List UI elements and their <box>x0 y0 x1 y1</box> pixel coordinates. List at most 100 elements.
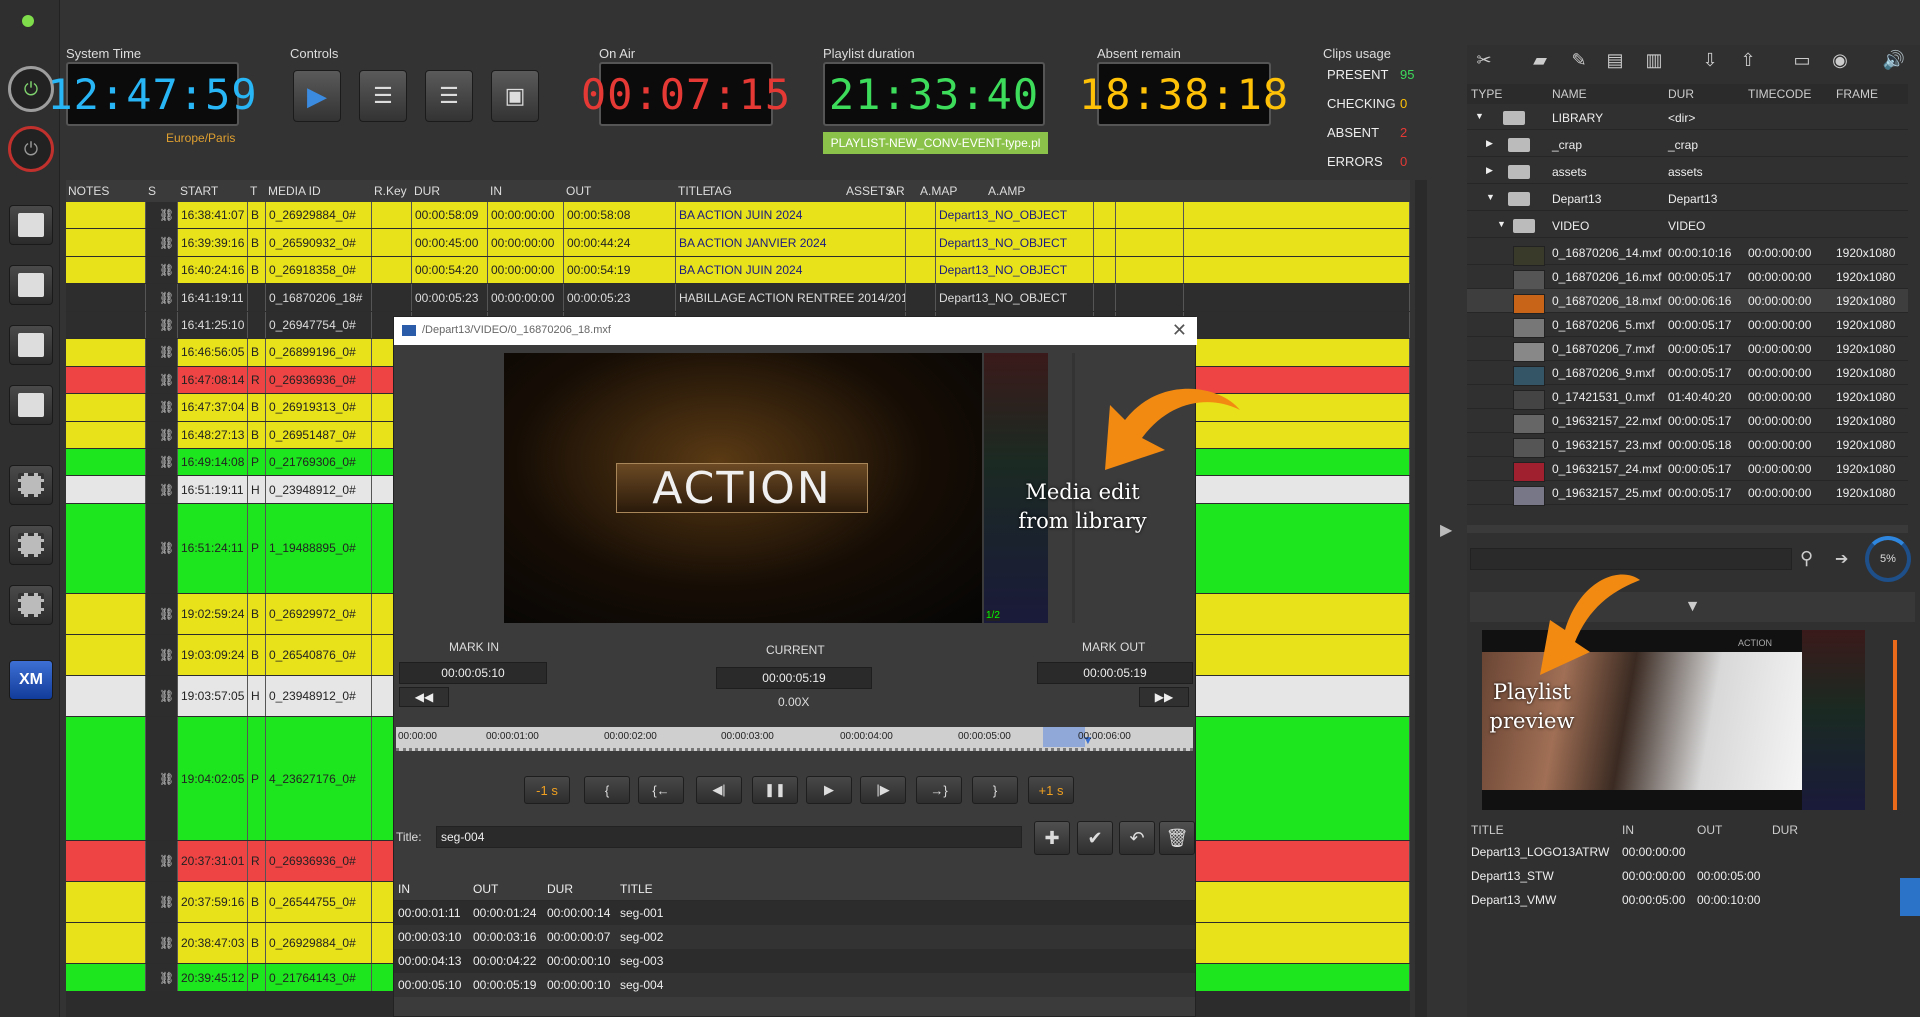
segment-row[interactable]: 00:00:05:10 00:00:05:19 00:00:00:10 seg-004 <box>394 973 1195 997</box>
mark-out-field[interactable]: 00:00:05:19 <box>1037 662 1193 684</box>
film-add-icon[interactable]: ▤ <box>1603 50 1627 72</box>
library-file[interactable]: 0_19632157_22.mxf 00:00:05:17 00:00:00:00 1… <box>1467 409 1908 434</box>
column-header[interactable]: MEDIA ID <box>268 184 321 198</box>
title-input[interactable] <box>436 826 1022 848</box>
chevron-right-icon[interactable]: ▶ <box>1486 165 1493 176</box>
close-icon[interactable]: ✕ <box>1172 320 1187 341</box>
link-icon[interactable]: ⛓ <box>159 689 174 703</box>
search-icon[interactable]: ⚲ <box>1800 548 1813 569</box>
link-icon[interactable]: ⛓ <box>159 895 174 909</box>
chevron-down-icon[interactable]: ▼ <box>1475 111 1484 121</box>
playlist-scrollbar[interactable] <box>1415 180 1427 1017</box>
link-icon[interactable]: ⛓ <box>159 236 174 250</box>
library-file[interactable]: 0_19632157_24.mxf 00:00:05:17 00:00:00:00 1… <box>1467 457 1908 482</box>
library-file[interactable]: 0_17421531_0.mxf 01:40:40:20 00:00:00:00 19… <box>1467 385 1908 410</box>
new-playlist-button[interactable] <box>9 265 53 305</box>
segment-row[interactable]: 00:00:04:13 00:00:04:22 00:00:00:10 seg-003 <box>394 949 1195 973</box>
link-icon[interactable]: ⛓ <box>159 854 174 868</box>
set-mark-out-button[interactable]: →} <box>916 776 962 804</box>
chevron-down-icon[interactable]: ▼ <box>1486 192 1495 202</box>
mark-in-field[interactable]: 00:00:05:10 <box>399 662 547 684</box>
chevron-right-icon[interactable]: ▶ <box>1486 138 1493 149</box>
library-folder[interactable]: ▶ assets assets <box>1467 160 1908 184</box>
column-header[interactable]: T <box>250 184 257 198</box>
column-header[interactable]: A.AMP <box>988 184 1025 198</box>
film-delete-icon[interactable]: ▥ <box>1642 50 1666 72</box>
link-icon[interactable]: ⛓ <box>159 936 174 950</box>
go-mark-in-button[interactable]: { <box>584 776 630 804</box>
library-file[interactable]: 0_19632157_23.mxf 00:00:05:18 00:00:00:00 1… <box>1467 433 1908 458</box>
edit-playlist-button[interactable] <box>9 325 53 365</box>
link-icon[interactable]: ⛓ <box>159 318 174 332</box>
library-file[interactable]: 0_19632157_25.mxf 00:00:05:17 00:00:00:00 1… <box>1467 481 1908 506</box>
library-search-input[interactable] <box>1470 548 1792 570</box>
table-row[interactable]: ⛓ 16:38:41:07 B 0_26929884_0# 00:00:58:09 00:… <box>66 202 1410 229</box>
media-row[interactable]: Depart13_STW 00:00:00:00 00:00:05:00 <box>1467 864 1908 888</box>
table-row[interactable]: ⛓ 16:41:19:11 0_16870206_18# 00:00:05:23 00:… <box>66 284 1410 311</box>
clip-button[interactable]: ▣ <box>491 70 539 122</box>
library-file[interactable]: 0_16870206_14.mxf 00:00:10:16 00:00:00:00 1… <box>1467 241 1908 266</box>
link-icon[interactable]: ⛓ <box>159 971 174 985</box>
film-button-2[interactable] <box>9 525 53 565</box>
screen-icon[interactable]: ▭ <box>1790 50 1814 72</box>
film-button-3[interactable] <box>9 585 53 625</box>
link-icon[interactable]: ⛓ <box>159 263 174 277</box>
library-folder[interactable]: ▶ _crap _crap <box>1467 133 1908 157</box>
library-file[interactable]: 0_16870206_18.mxf 00:00:06:16 00:00:00:00 1… <box>1467 289 1908 314</box>
library-file[interactable]: 0_16870206_7.mxf 00:00:05:17 00:00:00:00 19… <box>1467 337 1908 362</box>
rewind-button[interactable]: ◀◀ <box>399 687 449 707</box>
upload-icon[interactable]: ⇧ <box>1736 50 1760 72</box>
playlist-button[interactable] <box>9 205 53 245</box>
chevron-down-icon[interactable]: ▼ <box>1497 219 1506 229</box>
play-button[interactable]: ▶ <box>806 776 852 804</box>
link-icon[interactable]: ⛓ <box>159 291 174 305</box>
library-column-header[interactable]: FRAME <box>1836 87 1878 101</box>
column-header[interactable]: S <box>148 184 156 198</box>
set-mark-in-button[interactable]: {← <box>638 776 684 804</box>
playlist-play-button[interactable]: ☰ <box>359 70 407 122</box>
go-mark-out-button[interactable]: } <box>972 776 1018 804</box>
library-folder[interactable]: ▼ LIBRARY <dir> <box>1467 106 1908 130</box>
timeline[interactable]: ▼ 00:00:00 00:00:01:00 00:00:02:00 00:00:03… <box>396 727 1193 751</box>
column-header[interactable]: TITLE <box>678 184 711 198</box>
volume-icon[interactable]: 🔊 <box>1882 50 1906 72</box>
playlist-alert-button[interactable] <box>9 385 53 425</box>
next-frame-button[interactable]: |▶ <box>860 776 906 804</box>
column-header[interactable]: A.MAP <box>920 184 957 198</box>
column-header[interactable]: AR <box>888 184 905 198</box>
playlist-next-button[interactable]: ☰ <box>425 70 473 122</box>
current-field[interactable]: 00:00:05:19 <box>716 667 872 689</box>
column-header[interactable]: OUT <box>566 184 591 198</box>
power-off-button[interactable]: ⏻ <box>8 126 54 172</box>
library-folder[interactable]: ▼ Depart13 Depart13 <box>1467 187 1908 211</box>
link-icon[interactable]: ⛓ <box>159 648 174 662</box>
link-icon[interactable]: ⛓ <box>159 373 174 387</box>
column-header[interactable]: DUR <box>414 184 440 198</box>
link-icon[interactable]: ⛓ <box>159 483 174 497</box>
confirm-segment-button[interactable]: ✔ <box>1077 821 1113 855</box>
playlist-name[interactable]: PLAYLIST-NEW_CONV-EVENT-type.pl <box>823 132 1048 154</box>
cut-icon[interactable]: ✂ <box>1472 50 1496 72</box>
pause-button[interactable]: ❚❚ <box>752 776 798 804</box>
link-icon[interactable]: ⛓ <box>159 455 174 469</box>
edit-icon[interactable]: ✎ <box>1567 50 1591 72</box>
link-icon[interactable]: ⛓ <box>159 208 174 222</box>
forward-button[interactable]: ▶▶ <box>1139 687 1189 707</box>
library-file[interactable]: 0_16870206_5.mxf 00:00:05:17 00:00:00:00 19… <box>1467 313 1908 338</box>
column-header[interactable]: ASSETS <box>846 184 893 198</box>
library-folder[interactable]: ▼ VIDEO VIDEO <box>1467 214 1908 238</box>
app-logo-button[interactable]: XM <box>9 660 53 700</box>
column-header[interactable]: START <box>180 184 218 198</box>
library-file[interactable]: 0_16870206_16.mxf 00:00:05:17 00:00:00:00 1… <box>1467 265 1908 290</box>
delete-segment-button[interactable]: 🗑 <box>1159 821 1195 855</box>
undo-segment-button[interactable]: ↶ <box>1119 821 1155 855</box>
network-icon[interactable]: ◉ <box>1828 50 1852 72</box>
library-column-header[interactable]: TYPE <box>1471 87 1502 101</box>
panel-side-icon[interactable] <box>1900 878 1920 916</box>
minus-1s-button[interactable]: -1 s <box>524 776 570 804</box>
link-icon[interactable]: ⛓ <box>159 400 174 414</box>
film-button-1[interactable] <box>9 465 53 505</box>
link-icon[interactable]: ⛓ <box>159 345 174 359</box>
preview-volume-slider[interactable] <box>1893 640 1897 810</box>
library-column-header[interactable]: TIMECODE <box>1748 87 1811 101</box>
